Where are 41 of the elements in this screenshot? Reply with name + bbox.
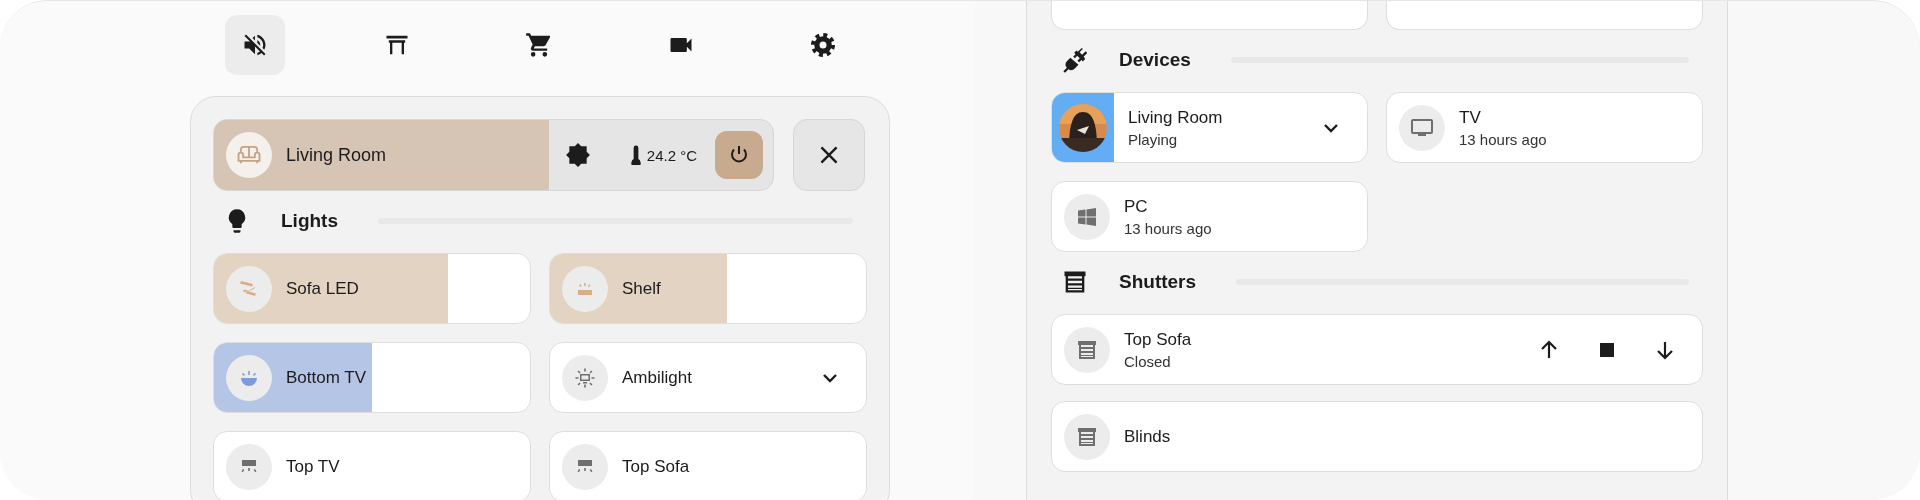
device-tile[interactable]: Living Room Playing xyxy=(1051,92,1368,163)
device-tile[interactable]: TV 13 hours ago xyxy=(1386,92,1703,163)
tile-label: PC xyxy=(1124,196,1149,217)
status-text: Closed xyxy=(1124,352,1172,370)
cart-icon xyxy=(525,31,553,59)
tile-label: Top Sofa xyxy=(622,456,691,477)
light-tile[interactable]: Top Sofa xyxy=(549,431,867,500)
light-tile[interactable]: Top TV xyxy=(213,431,531,500)
day-night-icon[interactable] xyxy=(564,142,591,168)
tile-label: Shelf xyxy=(622,278,662,299)
nav-button[interactable] xyxy=(225,15,285,75)
shutter-tile[interactable]: Top Sofa Closed xyxy=(1051,314,1703,385)
tile-label: TV xyxy=(1459,107,1482,128)
light-tile[interactable]: Sofa LED xyxy=(213,253,531,324)
room-bar[interactable]: Living Room 24.2 °C xyxy=(213,119,774,191)
room-name: Living Room xyxy=(286,144,388,166)
light-tile[interactable]: Ambilight xyxy=(549,342,867,413)
tile-label: Ambilight xyxy=(622,367,693,388)
status-text: 13 hours ago xyxy=(1459,130,1548,148)
settings-icon xyxy=(809,31,837,59)
section-title: Shutters xyxy=(1119,271,1197,293)
section-title: Lights xyxy=(281,210,338,232)
tile-label: Living Room xyxy=(1128,107,1224,128)
device-tile[interactable]: PC 13 hours ago xyxy=(1051,181,1368,252)
tile-label: Top TV xyxy=(286,456,341,477)
status-text: 13 hours ago xyxy=(1124,219,1213,237)
temperature-text: 24.2 °C xyxy=(646,146,697,164)
section-title: Devices xyxy=(1119,49,1191,71)
tile-background[interactable] xyxy=(1051,1,1368,30)
tile-label: Blinds xyxy=(1124,426,1172,447)
shutter-tile[interactable]: Blinds xyxy=(1051,401,1703,472)
tile-background[interactable] xyxy=(1386,1,1703,30)
thermometer-icon xyxy=(630,145,641,165)
light-tile[interactable]: Shelf xyxy=(549,253,867,324)
power-button[interactable] xyxy=(715,131,763,179)
light-tile[interactable]: Bottom TV xyxy=(213,342,531,413)
tile-label: Top Sofa xyxy=(1124,329,1193,350)
status-text: Playing xyxy=(1128,130,1179,148)
tile-label: Bottom TV xyxy=(286,367,367,388)
plug-icon xyxy=(1061,46,1089,74)
tile-label: Sofa LED xyxy=(286,278,360,299)
